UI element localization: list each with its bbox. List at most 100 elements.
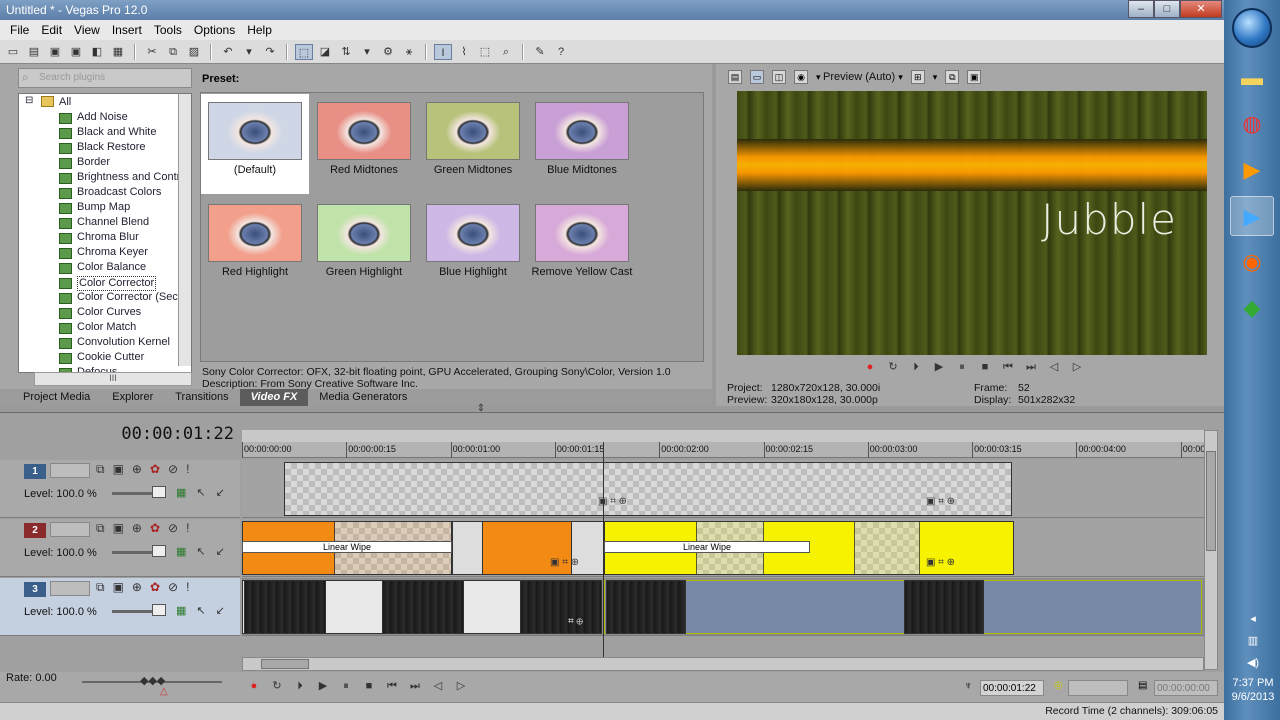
save-icon[interactable]: ▣ — [46, 44, 64, 60]
linear-wipe-transition[interactable]: Linear Wipe — [242, 541, 452, 553]
menu-edit[interactable]: Edit — [35, 23, 68, 37]
preset-item[interactable]: Blue Highlight — [419, 196, 527, 296]
paste-icon[interactable]: ▨ — [185, 44, 203, 60]
plugin-tree-item[interactable]: Add Noise — [77, 111, 128, 126]
preset-item[interactable]: (Default) — [201, 94, 309, 194]
solo-icon[interactable]: ! — [186, 462, 189, 477]
time-ruler[interactable]: 00:00:00:00 00:00:00:15 00:00:01:00 00:00:0… — [242, 442, 1213, 458]
preset-item[interactable]: Remove Yellow Cast — [528, 196, 636, 296]
solo-icon[interactable]: ! — [186, 521, 189, 536]
ripple-dropdown-icon[interactable]: ▾ — [358, 44, 376, 60]
snapping-icon[interactable]: ⬚ — [295, 43, 313, 60]
parent-composite-icon[interactable]: ▦ — [176, 604, 186, 617]
preview-quality-icon[interactable]: ◉ — [794, 70, 808, 84]
preview-mode-dropdown[interactable]: ▾ Preview (Auto) ▾ — [816, 71, 903, 83]
plugin-tree-item[interactable]: Broadcast Colors — [77, 186, 161, 201]
close-button[interactable]: ✕ — [1180, 0, 1222, 18]
go-to-end-icon[interactable]: ⏭ — [1023, 360, 1039, 374]
zoom-tool-icon[interactable]: ⌕ — [497, 44, 515, 60]
plugin-tree-item[interactable]: Channel Blend — [77, 216, 149, 231]
level-slider-knob[interactable] — [152, 545, 166, 557]
preset-item[interactable]: Blue Midtones — [528, 94, 636, 194]
tab-transitions[interactable]: Transitions — [164, 389, 239, 406]
redo-icon[interactable]: ↷ — [261, 44, 279, 60]
plugin-search-input[interactable]: Search plugins — [18, 68, 192, 88]
track-1-clip[interactable] — [284, 462, 1012, 516]
compositing-mode-icon[interactable]: ⊕ — [132, 580, 142, 595]
save-snapshot-icon[interactable]: ▣ — [967, 70, 982, 84]
menu-insert[interactable]: Insert — [106, 23, 148, 37]
track-name-field[interactable] — [50, 581, 90, 596]
previous-frame-icon[interactable]: ◁ — [430, 679, 446, 693]
tab-explorer[interactable]: Explorer — [101, 389, 164, 406]
parent-composite-icon[interactable]: ▦ — [176, 486, 186, 499]
plugin-tree-item[interactable]: Color Corrector — [77, 276, 157, 291]
plugin-tree-item[interactable]: Brightness and Contra — [77, 171, 186, 186]
new-file-icon[interactable]: ▭ — [4, 44, 22, 60]
solo-icon[interactable]: ! — [186, 580, 189, 595]
mute-icon[interactable]: ⊘ — [168, 521, 178, 536]
track-name-field[interactable] — [50, 522, 90, 537]
level-slider-knob[interactable] — [152, 604, 166, 616]
plugin-tree[interactable]: All ⊟ Add Noise Black and White Black Restor… — [18, 93, 192, 373]
playhead-cursor[interactable] — [603, 442, 604, 657]
chrome-icon[interactable]: ◍ — [1230, 104, 1274, 144]
normal-edit-tool-icon[interactable]: I — [434, 43, 452, 60]
stop-icon[interactable]: ■ — [977, 360, 993, 374]
track-number[interactable]: 3 — [24, 582, 46, 597]
plugin-tree-item[interactable]: Cookie Cutter — [77, 351, 144, 366]
menu-tools[interactable]: Tools — [148, 23, 188, 37]
tree-collapse-icon[interactable]: ⊟ — [25, 95, 33, 110]
selection-tool-icon[interactable]: ⬚ — [476, 44, 494, 60]
online-help-icon[interactable]: ✎ — [531, 44, 549, 60]
split-screen-icon[interactable]: ◫ — [772, 70, 786, 84]
compositing-mode-icon[interactable]: ⊕ — [132, 521, 142, 536]
track-number[interactable]: 1 — [24, 464, 46, 479]
plugin-tree-item[interactable]: Convolution Kernel — [77, 336, 170, 351]
preset-item[interactable]: Green Highlight — [310, 196, 418, 296]
compositing-mode-icon[interactable]: ⊕ — [132, 462, 142, 477]
clip-fx-icons[interactable]: ⌗ ⊕ — [568, 616, 583, 627]
track-fx-icon[interactable]: ▣ — [113, 580, 124, 595]
ignore-grouping-icon[interactable]: ⚹ — [400, 44, 418, 60]
plugin-tree-item[interactable]: Bump Map — [77, 201, 130, 216]
plugin-tree-item[interactable]: Color Balance — [77, 261, 146, 276]
loop-icon[interactable]: ↻ — [269, 679, 285, 693]
make-compositing-parent-icon[interactable]: ↙ — [216, 604, 225, 617]
record-icon[interactable]: ● — [862, 360, 878, 374]
volume-icon[interactable]: ◀) — [1228, 652, 1278, 674]
stop-icon[interactable]: ■ — [361, 679, 377, 693]
make-compositing-child-icon[interactable]: ↖ — [196, 604, 205, 617]
maximize-button[interactable]: □ — [1154, 0, 1180, 18]
record-icon[interactable]: ● — [246, 679, 262, 693]
make-compositing-child-icon[interactable]: ↖ — [196, 486, 205, 499]
selection-length-field[interactable]: 00:00:00:00 — [1154, 680, 1218, 696]
track-header-3[interactable]: 3 ⧉ ▣ ⊕ ✿ ⊘! Level: 100.0 % ▦ ↖ ↙ — [0, 578, 240, 636]
track-fx-icon[interactable]: ▣ — [113, 521, 124, 536]
auto-ripple-icon[interactable]: ◪ — [316, 44, 334, 60]
play-from-start-icon[interactable]: ⏵ — [908, 360, 924, 374]
tab-media-generators[interactable]: Media Generators — [308, 389, 418, 406]
plugin-tree-item[interactable]: Chroma Blur — [77, 231, 139, 246]
clip-fx-icons[interactable]: ▣ ⌗ ⊕ — [550, 557, 579, 568]
plugin-tree-item[interactable]: Color Match — [77, 321, 136, 336]
plugin-tree-item[interactable]: Black and White — [77, 126, 156, 141]
selection-start-field[interactable] — [1068, 680, 1128, 696]
next-frame-icon[interactable]: ▷ — [453, 679, 469, 693]
track-lane-3[interactable]: ⌗ ⊕ — [242, 578, 1204, 636]
next-frame-icon[interactable]: ▷ — [1069, 360, 1085, 374]
whats-this-icon[interactable]: ? — [552, 44, 570, 60]
plugin-tree-vertical-scrollbar[interactable] — [178, 94, 191, 366]
menu-view[interactable]: View — [68, 23, 106, 37]
track-lane-2[interactable]: Linear Wipe Linear Wipe ▣ ⌗ ⊕ ▣ ⌗ ⊕ — [242, 519, 1204, 577]
video-output-fx-icon[interactable]: ▤ — [728, 70, 742, 84]
track-3-clip[interactable] — [604, 580, 1202, 634]
pause-icon[interactable]: ⏸ — [954, 360, 970, 374]
firefox-icon[interactable]: ◉ — [1230, 242, 1274, 282]
linear-wipe-transition[interactable]: Linear Wipe — [604, 541, 810, 553]
network-icon[interactable]: ▥ — [1228, 630, 1278, 652]
explorer-icon[interactable]: ▬ — [1230, 58, 1274, 98]
ripple-mode-icon[interactable]: ⇅ — [337, 44, 355, 60]
plugin-tree-horizontal-scrollbar[interactable]: III — [34, 372, 192, 386]
minimize-button[interactable]: – — [1128, 0, 1154, 18]
